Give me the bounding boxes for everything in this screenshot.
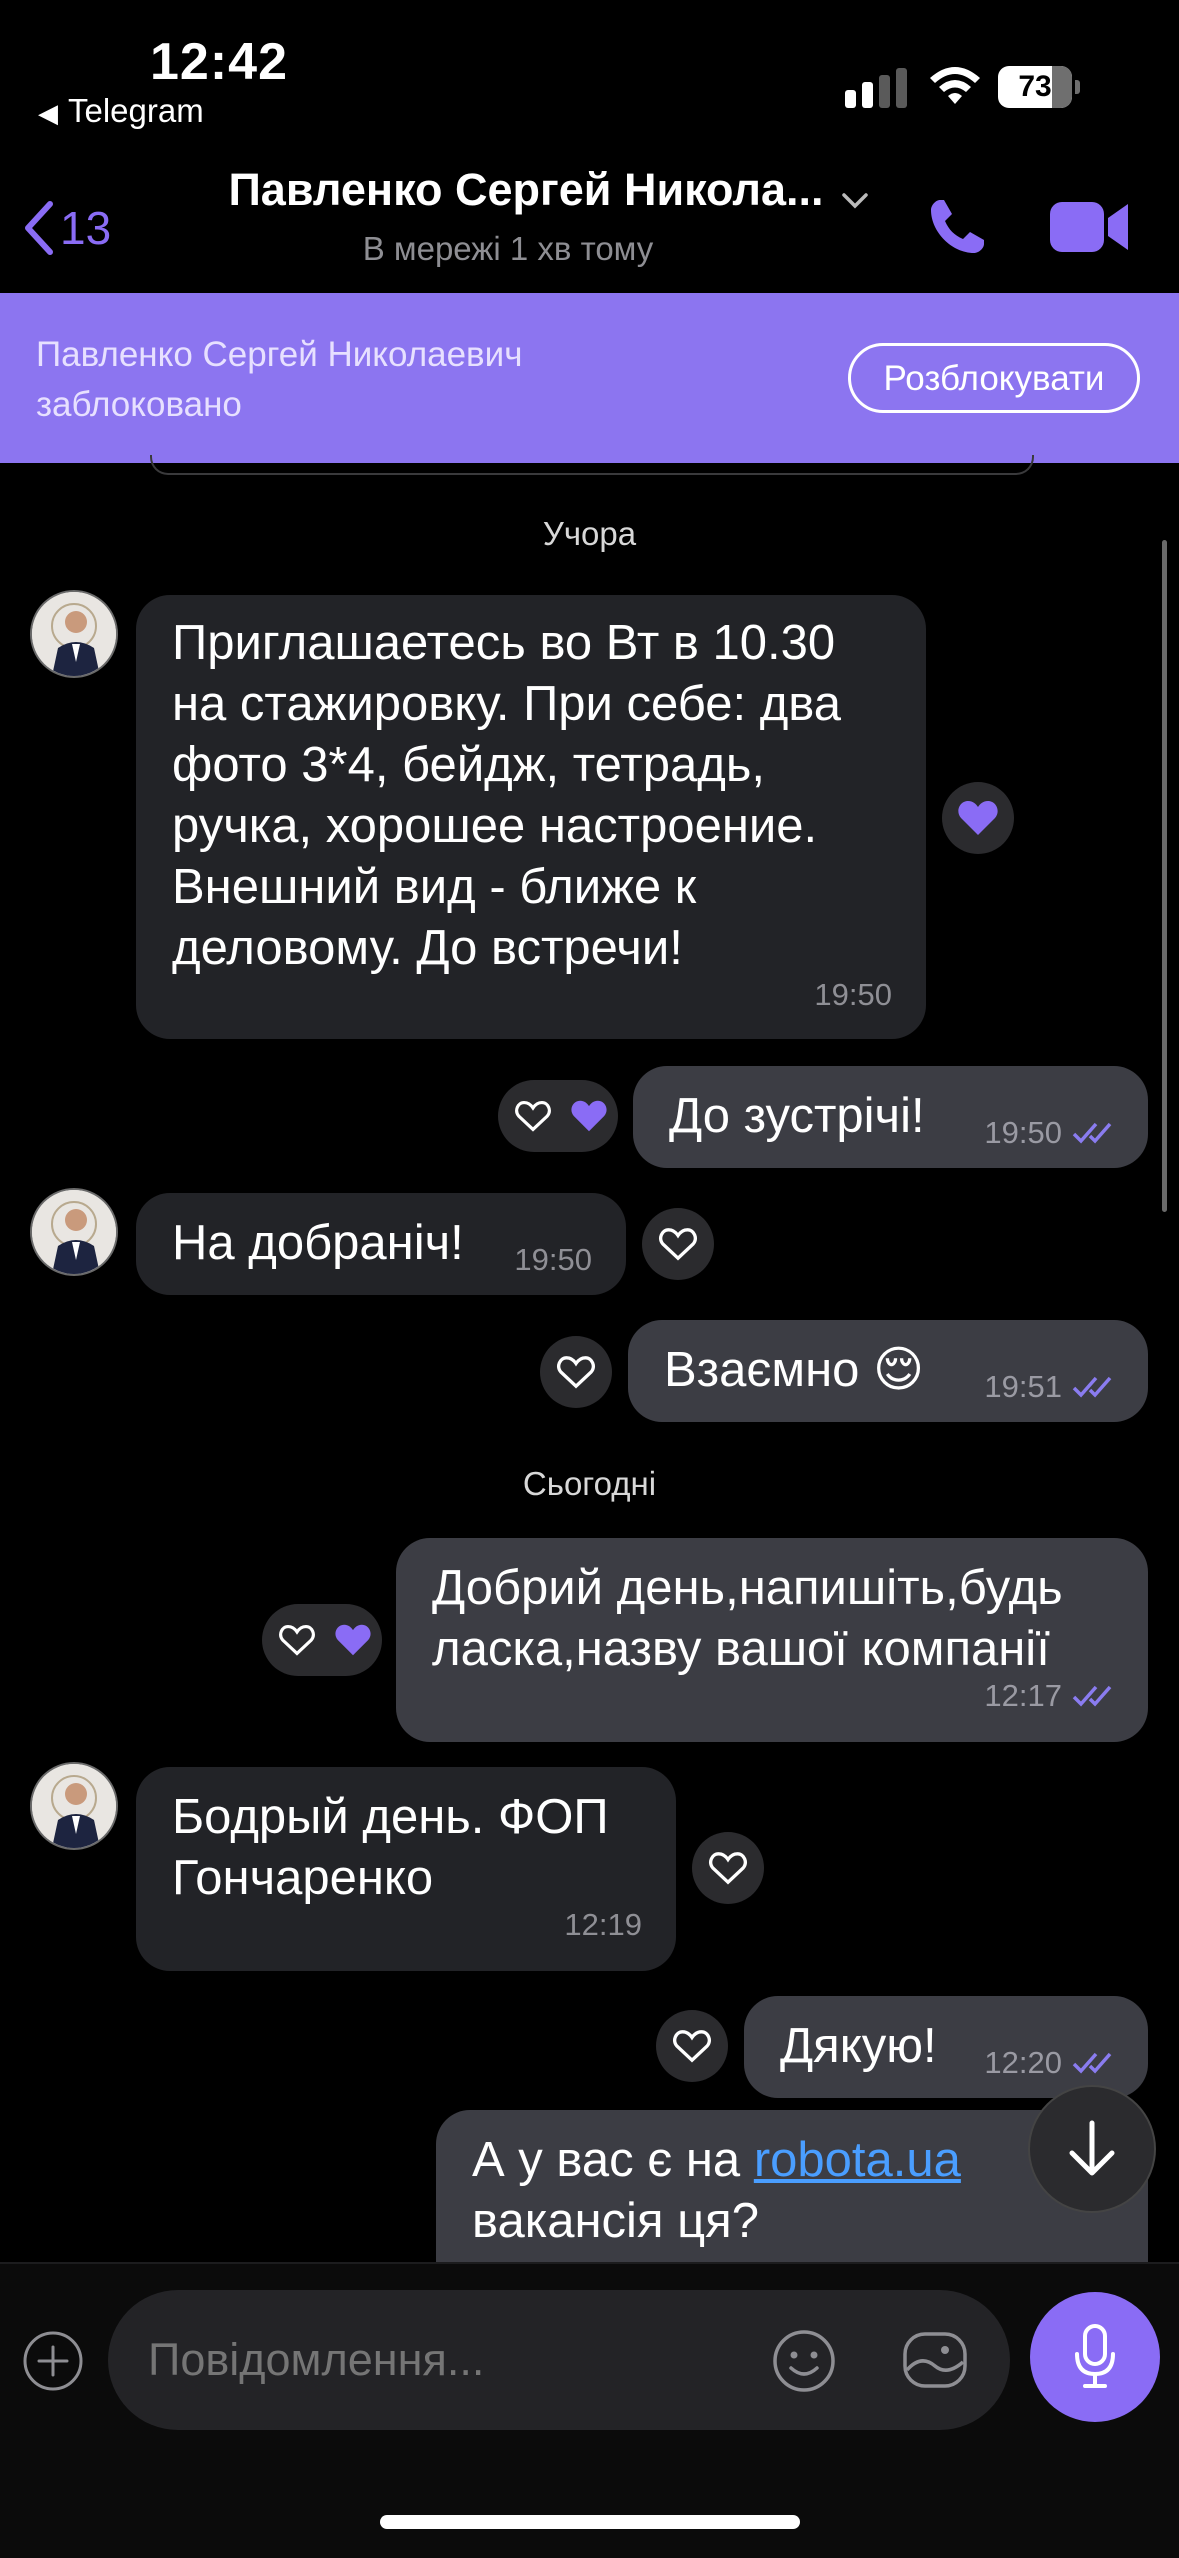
microphone-icon <box>1075 2324 1115 2388</box>
avatar-image <box>32 1764 116 1848</box>
message-text: Взаємно 😌 <box>664 1343 925 1397</box>
chevron-down-icon <box>841 193 868 209</box>
reaction-button[interactable] <box>692 1832 764 1904</box>
voice-record-button[interactable] <box>1030 2292 1160 2422</box>
message-meta: 19:50 <box>984 1102 1120 1163</box>
message-bubble[interactable]: Дякую! 12:20 <box>744 1996 1148 2098</box>
time-label: 12:19 <box>564 1907 642 1942</box>
unread-count: 13 <box>60 202 112 254</box>
date-separator: Учора <box>542 515 637 552</box>
avatar-image <box>32 592 116 676</box>
back-to-app-link[interactable]: ◀ Telegram <box>38 92 204 130</box>
chat-title-button[interactable]: Павленко Сергей Никола... <box>188 164 908 216</box>
double-check-icon <box>1072 1376 1112 1398</box>
sticker-icon[interactable] <box>901 2326 969 2394</box>
double-check-icon <box>1072 2052 1112 2074</box>
reactions-row[interactable] <box>262 1604 382 1676</box>
message-text: А у вас є на robota.ua вакансія ця? <box>472 2130 1112 2252</box>
presence-status: В мережі 1 хв тому <box>362 230 654 267</box>
heart-outline-icon <box>557 1356 595 1389</box>
time-label: 19:50 <box>814 977 892 1012</box>
avatar[interactable] <box>30 1762 118 1850</box>
contact-name: Павленко Сергей Никола... <box>228 164 824 215</box>
avatar[interactable] <box>30 1188 118 1276</box>
message-bubble[interactable]: Бодрый день. ФОП Гончаренко 12:19 <box>136 1767 676 1971</box>
battery-icon: 73 <box>998 66 1080 108</box>
reactions-row[interactable] <box>498 1080 618 1152</box>
chevron-left-icon <box>25 201 53 255</box>
date-separator: Сьогодні <box>522 1465 657 1502</box>
message-bubble[interactable]: Приглашаетесь во Вт в 10.30 на стажировк… <box>136 595 926 1039</box>
video-call-icon[interactable] <box>1050 196 1130 258</box>
avatar[interactable] <box>30 590 118 678</box>
back-triangle-icon: ◀ <box>38 98 58 128</box>
message-link[interactable]: robota.ua <box>754 2133 961 2187</box>
unblock-button[interactable]: Розблокувати <box>848 343 1140 413</box>
heart-outline-icon <box>709 1852 747 1885</box>
back-button[interactable]: 13 <box>22 196 111 260</box>
avatar-image <box>32 1190 116 1274</box>
scroll-to-bottom-button[interactable] <box>1028 2085 1156 2213</box>
home-indicator <box>380 2515 800 2529</box>
message-bubble[interactable]: На добраніч! 19:50 <box>136 1193 626 1295</box>
text-part: вакансія ця? <box>472 2194 759 2248</box>
heart-outline-icon <box>659 1228 697 1261</box>
heart-filled-icon <box>958 801 998 835</box>
message-text: До зустрічі! <box>669 1089 925 1143</box>
wifi-icon <box>930 67 980 104</box>
time-label: 12:17 <box>984 1678 1062 1713</box>
emoji-icon[interactable] <box>771 2328 837 2394</box>
time-label: 19:50 <box>514 1242 592 1277</box>
double-check-icon <box>1072 1685 1112 1707</box>
message-meta: 12:20 <box>984 2032 1120 2093</box>
message-text: Приглашаетесь во Вт в 10.30 на стажировк… <box>172 616 842 975</box>
time-label: 12:20 <box>984 2045 1062 2080</box>
message-text: На добраніч! <box>172 1216 464 1270</box>
reaction-button[interactable] <box>642 1208 714 1280</box>
time-label: 19:50 <box>984 1115 1062 1150</box>
message-text: Добрий день,напишіть,будь ласка,назву ва… <box>432 1561 1063 1676</box>
reaction-button[interactable] <box>942 782 1014 854</box>
battery-percent: 73 <box>1018 70 1052 103</box>
text-part: А у вас є на <box>472 2133 754 2187</box>
reaction-button[interactable] <box>540 1336 612 1408</box>
message-bubble[interactable]: Взаємно 😌 19:51 <box>628 1320 1148 1422</box>
arrow-down-icon <box>1069 2120 1115 2176</box>
attach-plus-icon[interactable] <box>22 2330 84 2392</box>
pinned-message-edge <box>150 455 1034 475</box>
reaction-button[interactable] <box>656 2010 728 2082</box>
message-text: Бодрый день. ФОП Гончаренко <box>172 1790 609 1905</box>
heart-outline-icon <box>279 1625 315 1656</box>
message-meta: 19:51 <box>984 1356 1120 1417</box>
message-bubble[interactable]: До зустрічі! 19:50 <box>633 1066 1148 1168</box>
message-time: 19:50 <box>814 964 892 1025</box>
time-label: 19:51 <box>984 1369 1062 1404</box>
message-bubble[interactable]: Добрий день,напишіть,будь ласка,назву ва… <box>396 1538 1148 1742</box>
message-meta: 12:17 <box>984 1665 1120 1726</box>
blocked-text: Павленко Сергей Николаевич заблоковано <box>36 335 523 424</box>
heart-outline-icon <box>673 2030 711 2063</box>
double-check-icon <box>1072 1122 1112 1144</box>
cellular-signal-icon <box>845 68 907 108</box>
heart-filled-icon <box>335 1624 371 1656</box>
status-time: 12:42 <box>150 33 288 91</box>
phone-call-icon[interactable] <box>926 196 988 258</box>
message-time: 12:19 <box>564 1894 642 1955</box>
scrollbar[interactable] <box>1162 540 1167 1212</box>
message-input[interactable] <box>108 2290 1010 2430</box>
message-time: 19:50 <box>514 1229 592 1290</box>
message-text: Дякую! <box>780 2019 937 2073</box>
heart-filled-icon <box>571 1100 607 1132</box>
heart-outline-icon <box>515 1101 551 1132</box>
back-app-label: Telegram <box>68 92 204 129</box>
